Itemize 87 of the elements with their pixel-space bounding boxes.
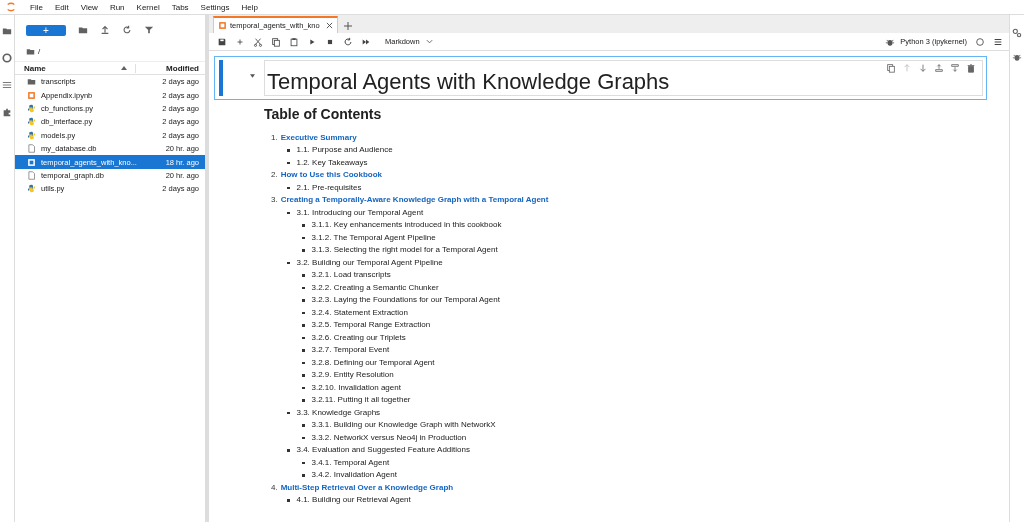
circle-stop-icon[interactable]: [2, 53, 12, 63]
toc-item: 3.1.3. Selecting the right model for a Temporal Agent: [311, 244, 498, 256]
puzzle-icon[interactable]: [2, 107, 12, 117]
folder-icon[interactable]: [2, 26, 12, 36]
jupyter-logo-icon[interactable]: [6, 2, 16, 12]
toc-item: 3.3. Knowledge Graphs: [296, 406, 381, 419]
python-icon: [27, 117, 36, 127]
toc-item: 3.1. Introducing our Temporal Agent: [296, 206, 424, 219]
list-number: 2.: [271, 169, 278, 181]
file-icon: [27, 170, 36, 180]
collapse-caret-icon[interactable]: [250, 74, 255, 78]
insert-above-icon[interactable]: [934, 63, 944, 73]
toc-item: 3.4. Evaluation and Suggested Feature Additions: [296, 444, 470, 456]
delete-icon[interactable]: [966, 63, 976, 73]
modified-column-header[interactable]: Modified: [135, 63, 199, 73]
toc-item: 1.2. Key Takeaways: [296, 156, 368, 169]
filter-icon[interactable]: [144, 25, 154, 35]
toc-link[interactable]: Multi-Step Retrieval Over a Knowledge Graph: [280, 481, 454, 494]
notebook-icon: [27, 157, 36, 167]
restart-icon[interactable]: [343, 36, 353, 47]
bug-icon[interactable]: [1012, 52, 1022, 62]
gears-icon[interactable]: [1012, 28, 1022, 38]
toc-item: 3.2.3. Laying the Foundations for our Temporal Agent: [311, 294, 500, 306]
upload-icon[interactable]: [100, 25, 110, 35]
add-tab-icon[interactable]: [344, 22, 352, 30]
menu-item[interactable]: Settings: [200, 2, 230, 12]
menu-item[interactable]: Kernel: [136, 2, 160, 12]
new-launcher-button[interactable]: +: [26, 24, 66, 36]
toc-item: 3.2.8. Defining our Temporal Agent: [311, 356, 435, 369]
menu-item[interactable]: Edit: [54, 2, 69, 12]
notebook-icon: [218, 21, 227, 30]
save-icon[interactable]: [217, 36, 227, 47]
list-icon[interactable]: [2, 80, 12, 90]
folder-icon[interactable]: [26, 46, 35, 56]
toc-link[interactable]: How to Use this Cookbook: [280, 169, 382, 182]
toc-item: 3.3.2. NetworkX versus Neo4j in Production: [311, 431, 467, 444]
menu-item[interactable]: View: [80, 2, 98, 12]
toc-item: 3.2.5. Temporal Range Extraction: [311, 319, 431, 331]
new-folder-icon[interactable]: [78, 25, 88, 35]
toc-heading: Table of Contents: [264, 108, 383, 121]
toc-item: 3.2.10. Invalidation agent: [311, 381, 401, 394]
toc-item: 3.2.9. Entity Resolution: [311, 369, 394, 381]
sort-ascending-icon: [121, 66, 128, 70]
menu-item[interactable]: Help: [241, 2, 258, 12]
insert-below-icon[interactable]: [950, 63, 960, 73]
breadcrumb-path[interactable]: /: [38, 46, 41, 56]
menu-item[interactable]: Tabs: [171, 2, 189, 12]
python-icon: [27, 130, 36, 140]
chevron-down-icon: [425, 39, 433, 44]
menu-item[interactable]: File: [30, 2, 43, 12]
refresh-icon[interactable]: [122, 25, 132, 35]
copy-icon[interactable]: [271, 36, 281, 47]
toc-item: 3.2.7. Temporal Event: [311, 344, 390, 356]
toc-link[interactable]: Executive Summary: [280, 131, 357, 144]
close-icon[interactable]: [326, 22, 333, 29]
toc-item: 4.1. Building our Retrieval Agent: [296, 494, 411, 506]
toc-item: 3.2.4. Statement Extraction: [311, 306, 408, 319]
duplicate-icon[interactable]: [886, 63, 896, 73]
name-column-header[interactable]: Name: [24, 63, 122, 73]
paste-icon[interactable]: [289, 36, 299, 47]
python-icon: [27, 103, 36, 113]
toc-item: 3.2.11. Putting it all together: [311, 394, 411, 406]
toc-item: 3.3.1. Building our Knowledge Graph with NetworkX: [311, 419, 496, 431]
toc-item: 3.4.1. Temporal Agent: [311, 456, 390, 469]
python-icon: [27, 184, 36, 194]
toc-item: 3.2.1. Load transcripts: [311, 269, 391, 281]
toc-item: 3.4.2. Invalidation Agent: [311, 469, 397, 481]
list-number: 1.: [271, 131, 278, 144]
list-number: 4.: [271, 481, 278, 494]
toc-item: 3.1.2. The Temporal Agent Pipeline: [311, 231, 436, 244]
folder-icon: [27, 77, 36, 87]
menu-icon[interactable]: [993, 36, 1003, 47]
selected-cell[interactable]: Temporal Agents with Knowledge Graphs: [214, 56, 987, 100]
file-icon: [27, 144, 36, 154]
toc-link[interactable]: Creating a Temporally-Aware Knowledge Graph with a Temporal Agent: [280, 194, 549, 207]
menu-item[interactable]: Run: [109, 2, 125, 12]
notebook-icon: [27, 90, 36, 100]
notebook-title: Temporal Agents with Knowledge Graphs: [267, 69, 670, 95]
kernel-status-icon: [975, 36, 985, 47]
list-number: 3.: [271, 194, 278, 206]
toc-item: 3.2. Building our Temporal Agent Pipeline: [296, 256, 443, 269]
toc-item: 3.2.6. Creating our Triplets: [311, 331, 406, 344]
toc-item: 2.1. Pre-requisites: [296, 181, 362, 194]
toc-item: 3.1.1. Key enhancements introduced in this cookbook: [311, 219, 502, 231]
toc-item: 3.2.2. Creating a Semantic Chunker: [311, 281, 439, 294]
toc-item: 1.1. Purpose and Audience: [296, 144, 393, 156]
cut-icon[interactable]: [253, 36, 263, 47]
